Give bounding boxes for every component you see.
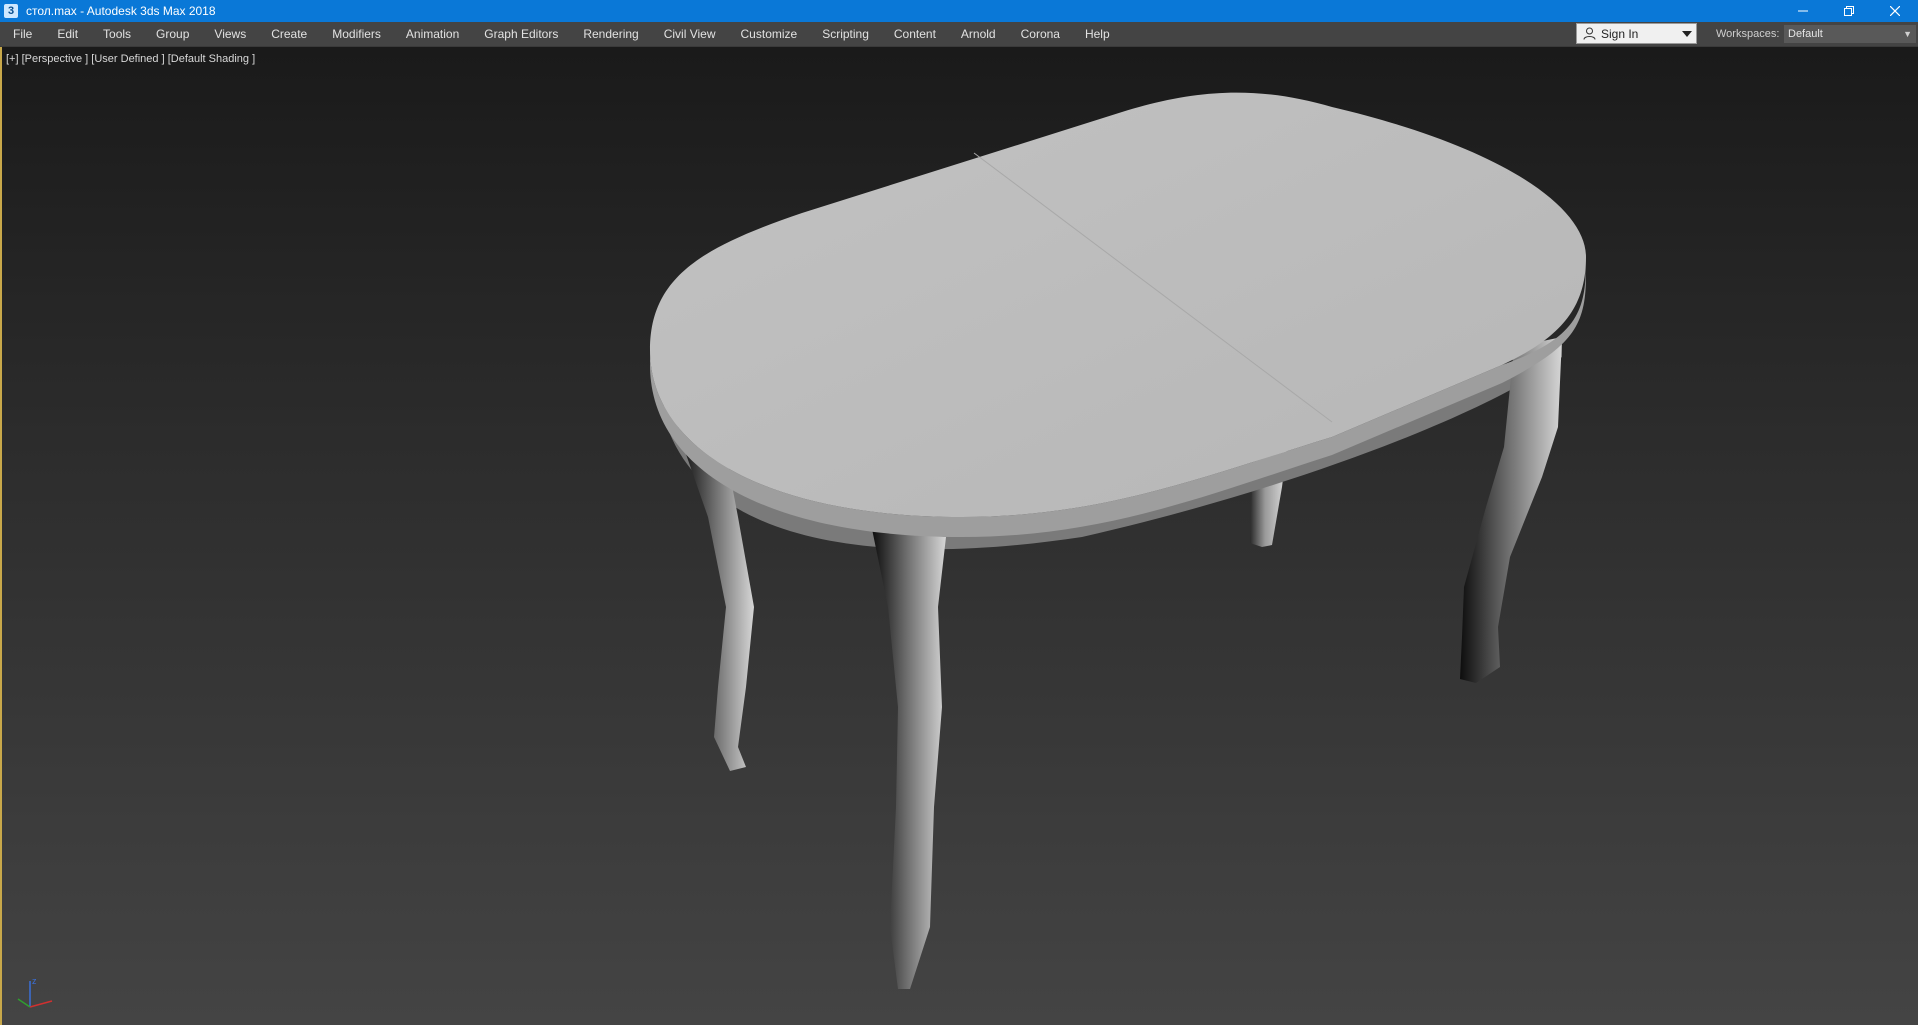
- menu-rendering[interactable]: Rendering: [570, 22, 650, 46]
- menu-edit[interactable]: Edit: [44, 22, 90, 46]
- table-model[interactable]: [2, 47, 1918, 1025]
- menu-customize[interactable]: Customize: [728, 22, 810, 46]
- perspective-viewport[interactable]: [+] [Perspective ] [User Defined ] [Defa…: [0, 47, 1918, 1025]
- workspaces-label: Workspaces:: [1716, 28, 1780, 40]
- workspace-value: Default: [1788, 28, 1823, 40]
- menu-group[interactable]: Group: [143, 22, 201, 46]
- user-icon: [1583, 27, 1596, 40]
- axis-gizmo: z: [17, 976, 53, 1008]
- menu-graph-editors[interactable]: Graph Editors: [471, 22, 570, 46]
- workspaces-select[interactable]: Default ▼: [1784, 25, 1916, 43]
- table-leg-front[interactable]: [872, 529, 946, 989]
- sign-in-dropdown[interactable]: Sign In: [1576, 23, 1697, 44]
- title-bar: 3 стол.max - Autodesk 3ds Max 2018: [0, 0, 1918, 22]
- app-window: 3 стол.max - Autodesk 3ds Max 2018 File …: [0, 0, 1918, 1025]
- menu-corona[interactable]: Corona: [1008, 22, 1072, 46]
- chevron-down-icon: ▼: [1903, 29, 1912, 39]
- axis-z-label: z: [32, 976, 37, 986]
- menu-create[interactable]: Create: [258, 22, 319, 46]
- close-icon: [1890, 6, 1900, 16]
- menu-help[interactable]: Help: [1072, 22, 1122, 46]
- table-top[interactable]: [650, 92, 1586, 517]
- 3ds-max-icon[interactable]: 3: [4, 4, 18, 18]
- restore-icon: [1844, 6, 1854, 16]
- menu-animation[interactable]: Animation: [393, 22, 471, 46]
- chevron-down-icon[interactable]: [1682, 24, 1692, 43]
- minimize-button[interactable]: [1780, 0, 1826, 22]
- sign-in-label: Sign In: [1601, 26, 1639, 41]
- menu-content[interactable]: Content: [881, 22, 948, 46]
- window-controls: [1780, 0, 1918, 22]
- menu-arnold[interactable]: Arnold: [948, 22, 1008, 46]
- restore-button[interactable]: [1826, 0, 1872, 22]
- menu-scripting[interactable]: Scripting: [809, 22, 881, 46]
- menu-civil-view[interactable]: Civil View: [651, 22, 728, 46]
- window-title: стол.max - Autodesk 3ds Max 2018: [26, 4, 216, 18]
- menu-file[interactable]: File: [0, 22, 44, 46]
- menu-views[interactable]: Views: [201, 22, 258, 46]
- menu-tools[interactable]: Tools: [90, 22, 143, 46]
- minimize-icon: [1798, 10, 1808, 12]
- menu-modifiers[interactable]: Modifiers: [319, 22, 393, 46]
- close-button[interactable]: [1872, 0, 1918, 22]
